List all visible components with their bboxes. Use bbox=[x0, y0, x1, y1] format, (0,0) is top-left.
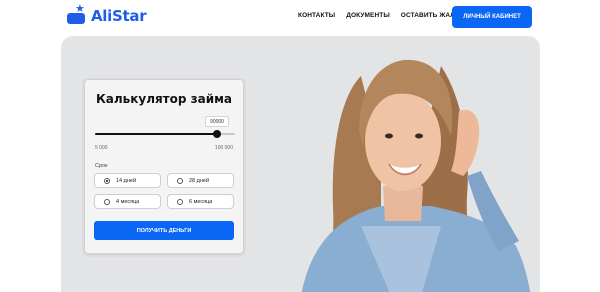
term-option-6-months[interactable]: 6 месяца bbox=[167, 194, 234, 209]
personal-cabinet-button[interactable]: ЛИЧНЫЙ КАБИНЕТ bbox=[452, 6, 532, 28]
loan-calculator-card: Калькулятор займа 90000 5 000 100 000 Ср… bbox=[84, 79, 244, 254]
nav-link-contacts[interactable]: КОНТАКТЫ bbox=[298, 12, 335, 19]
logo[interactable]: ★ AliStar bbox=[67, 4, 147, 28]
logo-text: AliStar bbox=[91, 7, 147, 25]
term-option-label: 14 дней bbox=[116, 177, 137, 184]
term-option-4-months[interactable]: 4 месяца bbox=[94, 194, 161, 209]
wallet-star-icon: ★ bbox=[67, 4, 87, 25]
amount-slider-thumb[interactable] bbox=[213, 130, 221, 138]
term-option-28-days[interactable]: 28 дней bbox=[167, 173, 234, 188]
main-nav: КОНТАКТЫ ДОКУМЕНТЫ ОСТАВИТЬ ЖАЛОБУ bbox=[298, 12, 469, 19]
amount-min-label: 5 000 bbox=[95, 145, 108, 151]
term-option-label: 4 месяца bbox=[116, 198, 140, 205]
get-money-button[interactable]: ПОЛУЧИТЬ ДЕНЬГИ bbox=[94, 221, 234, 240]
amount-max-label: 100 000 bbox=[214, 145, 233, 151]
site-header: ★ AliStar КОНТАКТЫ ДОКУМЕНТЫ ОСТАВИТЬ ЖА… bbox=[0, 0, 600, 36]
page: ★ AliStar КОНТАКТЫ ДОКУМЕНТЫ ОСТАВИТЬ ЖА… bbox=[0, 0, 600, 292]
radio-icon[interactable] bbox=[177, 177, 183, 184]
amount-slider-fill[interactable] bbox=[95, 133, 217, 135]
radio-icon[interactable] bbox=[177, 198, 183, 205]
term-option-14-days[interactable]: 14 дней bbox=[94, 173, 161, 188]
amount-tooltip: 90000 bbox=[205, 116, 229, 127]
radio-icon[interactable] bbox=[104, 198, 110, 205]
term-option-label: 28 дней bbox=[189, 177, 210, 184]
term-label: Срок bbox=[95, 163, 108, 169]
term-option-label: 6 месяца bbox=[189, 198, 213, 205]
radio-selected-icon[interactable] bbox=[104, 177, 110, 184]
hero-photo-woman bbox=[301, 59, 531, 292]
nav-link-documents[interactable]: ДОКУМЕНТЫ bbox=[346, 12, 390, 19]
calculator-title: Калькулятор займа bbox=[95, 92, 233, 106]
